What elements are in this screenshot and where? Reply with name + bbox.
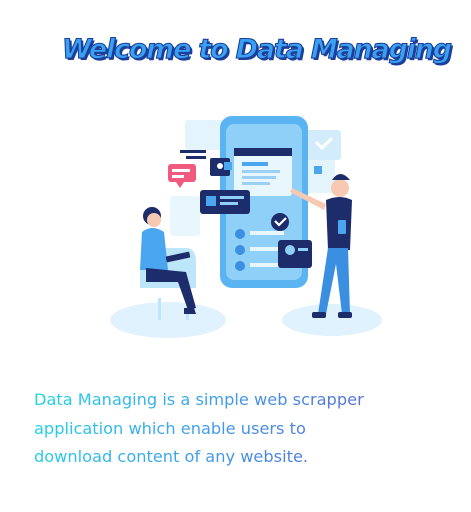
floating-user-card (278, 240, 312, 268)
platform-left (110, 302, 226, 338)
man-head (331, 179, 349, 197)
woman-head (147, 213, 161, 227)
phone-in-hand (338, 220, 346, 234)
data-management-illustration (110, 116, 382, 338)
chat-bubble (168, 164, 196, 182)
check-badge (271, 213, 289, 231)
phone-screen-card (234, 152, 292, 196)
welcome-page: Welcome to Data Managing Data Managing i… (0, 0, 471, 512)
woman-shirt (140, 228, 168, 270)
platform-right (282, 304, 382, 336)
page-title: Welcome to Data Managing (61, 33, 452, 65)
app-description: Data Managing is a simple web scrapper a… (34, 386, 384, 472)
